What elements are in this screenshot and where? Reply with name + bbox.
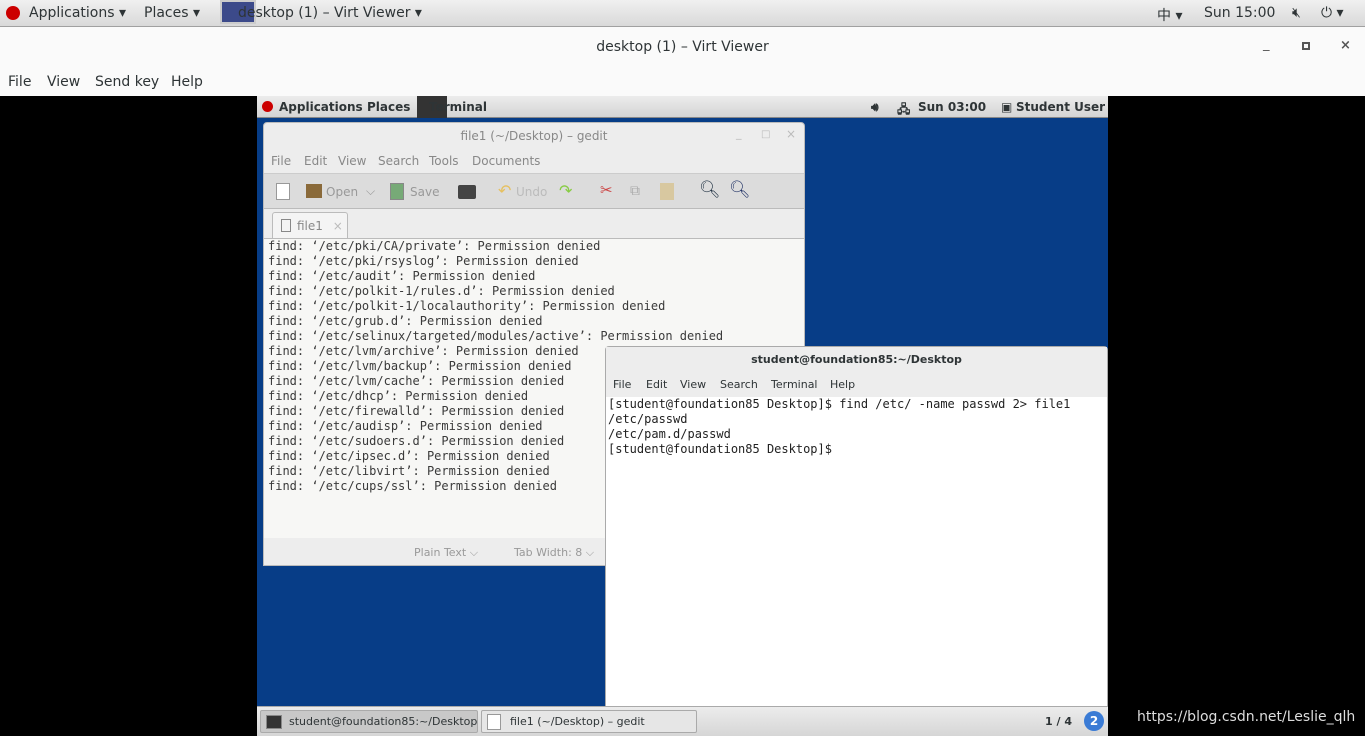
menu-file[interactable]: File	[8, 74, 31, 90]
applications-menu[interactable]: Applications ▾	[29, 5, 126, 21]
vm-top-bar: Applications Places Terminal 🔊︎ 🖧 Sun 03…	[257, 96, 1108, 118]
terminal-menu-search[interactable]: Search	[720, 378, 758, 391]
print-icon[interactable]	[458, 185, 476, 199]
terminal-icon	[266, 715, 282, 729]
terminal-menu-edit[interactable]: Edit	[646, 378, 667, 391]
search-replace-icon[interactable]: 🔍︎	[729, 180, 751, 200]
notification-badge[interactable]: 2	[1084, 711, 1104, 731]
cut-icon[interactable]: ✂	[600, 181, 613, 199]
menu-send-key[interactable]: Send key	[95, 74, 159, 90]
virt-viewer-titlebar: desktop (1) – Virt Viewer _ ×	[0, 27, 1365, 68]
redo-icon[interactable]: ↷	[559, 181, 572, 200]
gedit-title: file1 (~/Desktop) – gedit	[460, 129, 608, 143]
text-editor-icon	[487, 714, 501, 730]
vm-applications-menu[interactable]: Applications	[279, 100, 363, 114]
terminal-output[interactable]: [student@foundation85 Desktop]$ find /et…	[608, 397, 1070, 457]
undo-button[interactable]: Undo	[516, 185, 547, 199]
power-menu[interactable]: ⏻ ▾	[1321, 5, 1344, 21]
watermark: https://blog.csdn.net/Leslie_qlh	[1137, 709, 1356, 725]
language-selector[interactable]: Plain Text ⌵	[414, 546, 478, 560]
redhat-logo-icon	[262, 101, 273, 112]
window-title: desktop (1) – Virt Viewer	[596, 39, 769, 55]
terminal-menu-file[interactable]: File	[613, 378, 631, 391]
vm-taskbar: student@foundation85:~/Desktop file1 (~/…	[257, 706, 1108, 736]
terminal-title: student@foundation85:~/Desktop	[751, 353, 962, 366]
workspace-indicator[interactable]: 1 / 4	[1045, 715, 1072, 728]
gedit-menu-view[interactable]: View	[338, 154, 366, 168]
vm-terminal-app[interactable]: Terminal	[429, 100, 487, 114]
copy-icon[interactable]: ⧉	[630, 183, 640, 199]
vm-clock[interactable]: Sun 03:00	[918, 100, 986, 114]
volume-muted-icon[interactable]: 🔇︎	[1292, 5, 1301, 21]
volume-icon[interactable]: 🔊︎	[871, 100, 879, 115]
clock[interactable]: Sun 15:00	[1204, 5, 1275, 21]
document-icon	[281, 219, 291, 232]
vm-display[interactable]: Applications Places Terminal 🔊︎ 🖧 Sun 03…	[257, 96, 1108, 736]
taskbar-item-label: file1 (~/Desktop) – gedit	[510, 715, 645, 728]
gedit-toolbar: Open ⌵ Save ↶ Undo ↷ ✂ ⧉ 🔍︎ 🔍︎	[264, 173, 804, 209]
save-icon[interactable]	[390, 183, 404, 200]
menu-view[interactable]: View	[47, 74, 80, 90]
terminal-menu-terminal[interactable]: Terminal	[771, 378, 818, 391]
close-button[interactable]: ×	[1340, 38, 1351, 53]
gedit-menu-file[interactable]: File	[271, 154, 291, 168]
window-list-button[interactable]: desktop (1) – Virt Viewer ▾	[238, 5, 422, 21]
new-document-icon[interactable]	[276, 183, 290, 200]
places-menu[interactable]: Places ▾	[144, 5, 200, 21]
taskbar-item-gedit[interactable]: file1 (~/Desktop) – gedit	[481, 710, 697, 733]
terminal-menu-help[interactable]: Help	[830, 378, 855, 391]
network-icon[interactable]: 🖧	[897, 100, 910, 121]
virt-viewer-menubar: File View Send key Help	[0, 68, 1365, 96]
redhat-logo-icon	[6, 6, 20, 20]
vm-places-menu[interactable]: Places	[367, 100, 410, 114]
host-top-bar: Applications ▾ Places ▾ desktop (1) – Vi…	[0, 0, 1365, 27]
taskbar-item-terminal[interactable]: student@foundation85:~/Desktop	[260, 710, 478, 733]
terminal-menu-view[interactable]: View	[680, 378, 706, 391]
terminal-window[interactable]: student@foundation85:~/Desktop File Edit…	[605, 346, 1108, 708]
maximize-button[interactable]: □	[761, 129, 770, 140]
input-method-menu[interactable]: 中 ▾	[1157, 5, 1182, 25]
open-dropdown-chevron-icon[interactable]: ⌵	[366, 184, 375, 199]
gedit-menu-search[interactable]: Search	[378, 154, 419, 168]
gedit-menu-documents[interactable]: Documents	[472, 154, 540, 168]
user-icon: ▣	[1001, 100, 1013, 114]
gedit-menu-tools[interactable]: Tools	[429, 154, 459, 168]
user-menu[interactable]: Student User	[1016, 100, 1105, 114]
maximize-button[interactable]	[1302, 42, 1310, 50]
open-folder-icon[interactable]	[306, 184, 322, 198]
tab-label: file1	[297, 219, 323, 233]
gedit-menu-edit[interactable]: Edit	[304, 154, 327, 168]
taskbar-item-label: student@foundation85:~/Desktop	[289, 715, 478, 728]
search-icon[interactable]: 🔍︎	[699, 180, 721, 200]
undo-icon[interactable]: ↶	[498, 181, 511, 200]
save-button[interactable]: Save	[410, 185, 439, 199]
tab-width-selector[interactable]: Tab Width: 8 ⌵	[514, 546, 594, 560]
tab-close-icon[interactable]: ×	[333, 219, 343, 233]
minimize-button[interactable]: _	[736, 127, 742, 140]
open-button[interactable]: Open	[326, 185, 358, 199]
paste-icon[interactable]	[660, 183, 674, 200]
minimize-button[interactable]: _	[1263, 37, 1270, 52]
menu-help[interactable]: Help	[171, 74, 203, 90]
close-button[interactable]: ×	[786, 127, 796, 141]
tab-file1[interactable]: file1 ×	[272, 212, 348, 239]
